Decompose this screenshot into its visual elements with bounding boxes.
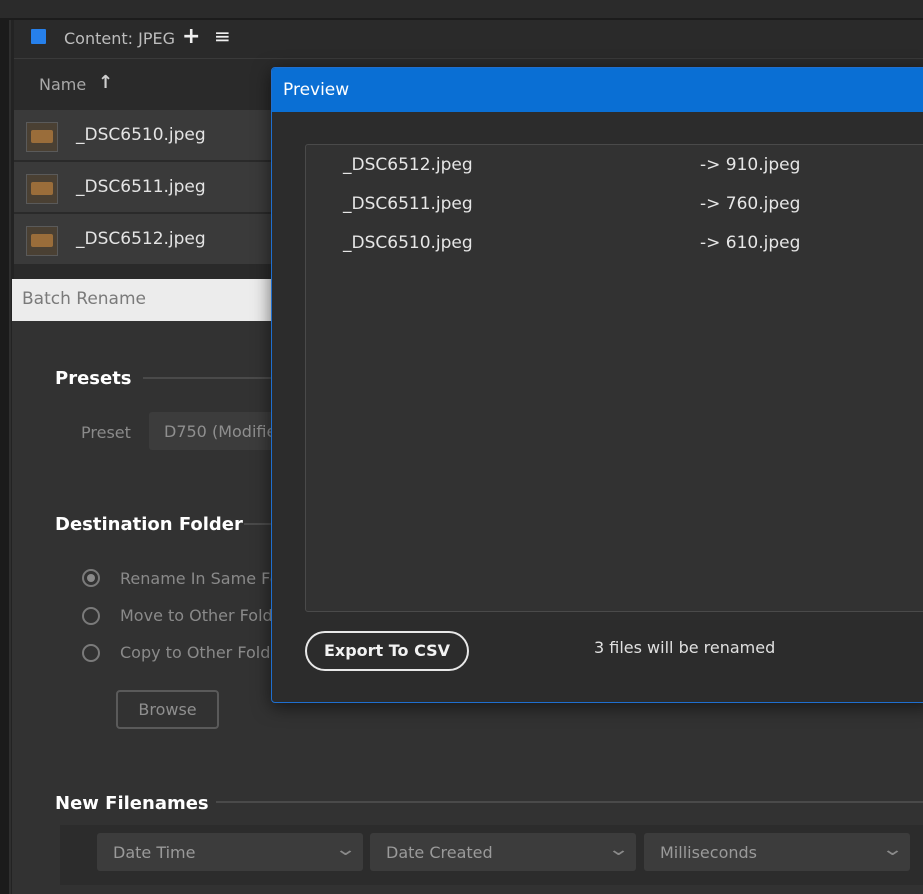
chevron-down-icon: ⌄ bbox=[881, 839, 904, 860]
file-name: _DSC6511.jpeg bbox=[76, 177, 206, 197]
file-name: _DSC6512.jpeg bbox=[76, 229, 206, 249]
export-to-csv-label: Export To CSV bbox=[323, 641, 451, 660]
content-panel-header: Content: JPEG + ≡ bbox=[14, 20, 923, 59]
menu-icon[interactable]: ≡ bbox=[214, 24, 231, 48]
file-name: _DSC6510.jpeg bbox=[76, 125, 206, 145]
left-panel-edge bbox=[0, 20, 11, 894]
sort-ascending-icon[interactable]: ↑ bbox=[98, 72, 113, 93]
preview-title: Preview bbox=[283, 80, 350, 100]
rename-status-text: 3 files will be renamed bbox=[594, 638, 776, 657]
export-to-csv-button[interactable]: Export To CSV bbox=[305, 631, 469, 671]
app-top-bar bbox=[0, 0, 923, 20]
filename-field-dropdown[interactable]: Date Time ⌄ bbox=[97, 833, 363, 871]
preview-dialog: Preview _DSC6512.jpeg -> 910.jpeg _DSC65… bbox=[271, 67, 923, 703]
name-column-header[interactable]: Name bbox=[39, 75, 86, 94]
new-filename: -> 760.jpeg bbox=[700, 194, 801, 214]
content-color-icon bbox=[31, 29, 46, 44]
new-filename: -> 610.jpeg bbox=[700, 233, 801, 253]
new-filenames-heading: New Filenames bbox=[55, 793, 209, 814]
rename-preview-list[interactable]: _DSC6512.jpeg -> 910.jpeg _DSC6511.jpeg … bbox=[305, 144, 923, 612]
preset-label: Preset bbox=[81, 423, 131, 442]
image-thumbnail bbox=[26, 174, 58, 204]
browse-button[interactable]: Browse bbox=[116, 690, 219, 729]
filename-field-value: Date Created bbox=[386, 843, 493, 862]
chevron-down-icon: ⌄ bbox=[607, 839, 630, 860]
presets-heading: Presets bbox=[55, 368, 132, 389]
filename-field-value: Date Time bbox=[113, 843, 196, 862]
filename-field-dropdown[interactable]: Date Created ⌄ bbox=[370, 833, 636, 871]
filename-fields-row: Date Time ⌄ Date Created ⌄ Milliseconds … bbox=[60, 825, 923, 885]
divider bbox=[216, 801, 923, 803]
filename-field-value: Milliseconds bbox=[660, 843, 757, 862]
image-thumbnail bbox=[26, 226, 58, 256]
new-filename: -> 910.jpeg bbox=[700, 155, 801, 175]
chevron-down-icon: ⌄ bbox=[334, 839, 357, 860]
rename-same-folder-radio[interactable] bbox=[82, 569, 100, 587]
copy-other-folder-label[interactable]: Copy to Other Folder bbox=[120, 643, 287, 662]
plus-icon[interactable]: + bbox=[182, 24, 200, 49]
divider bbox=[143, 377, 283, 379]
batch-rename-title: Batch Rename bbox=[22, 289, 146, 309]
move-other-folder-label[interactable]: Move to Other Folder bbox=[120, 606, 289, 625]
content-panel-title: Content: JPEG bbox=[64, 29, 175, 48]
original-filename: _DSC6512.jpeg bbox=[343, 155, 473, 175]
image-thumbnail bbox=[26, 122, 58, 152]
copy-other-folder-radio[interactable] bbox=[82, 644, 100, 662]
move-other-folder-radio[interactable] bbox=[82, 607, 100, 625]
destination-folder-heading: Destination Folder bbox=[55, 514, 243, 535]
original-filename: _DSC6511.jpeg bbox=[343, 194, 473, 214]
filename-field-dropdown[interactable]: Milliseconds ⌄ bbox=[644, 833, 910, 871]
browse-label: Browse bbox=[138, 700, 197, 719]
original-filename: _DSC6510.jpeg bbox=[343, 233, 473, 253]
preview-title-bar: Preview bbox=[272, 68, 923, 112]
